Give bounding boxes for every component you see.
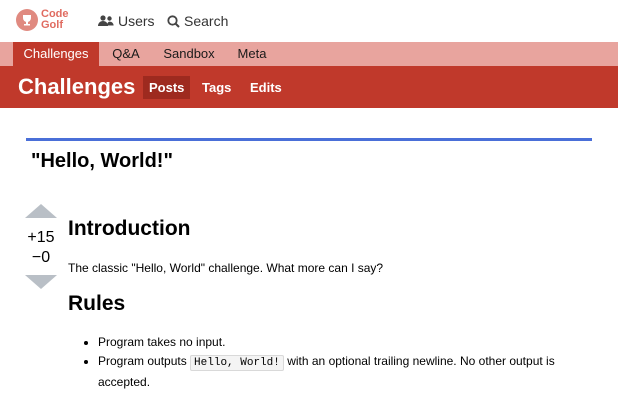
search-icon [167, 14, 180, 28]
rules-list: Program takes no input. Program outputs … [86, 333, 608, 392]
post-title: "Hello, World!" [31, 150, 173, 172]
upvote-arrow-icon[interactable] [25, 204, 57, 218]
subnav-item-meta[interactable]: Meta [231, 42, 273, 66]
rules-heading: Rules [68, 292, 126, 315]
users-link[interactable]: Users [98, 13, 155, 29]
subnav-item-challenges[interactable]: Challenges [13, 42, 99, 66]
logo-text: Code Golf [41, 9, 69, 31]
users-label: Users [118, 13, 155, 29]
search-link[interactable]: Search [167, 13, 228, 29]
search-label: Search [184, 13, 229, 29]
trophy-icon [16, 9, 38, 31]
top-bar: Code Golf Users Search [0, 0, 618, 43]
subnav-item-qa[interactable]: Q&A [104, 42, 148, 66]
community-nav: Challenges Q&A Sandbox Meta [0, 42, 618, 66]
site-logo[interactable]: Code Golf [16, 9, 69, 31]
rule-text-before: Program outputs [98, 354, 191, 368]
inline-code: Hello, World! [190, 355, 284, 371]
introduction-text: The classic "Hello, World" challenge. Wh… [68, 261, 384, 275]
tab-edits[interactable]: Edits [244, 76, 288, 99]
logo-line-2: Golf [41, 19, 63, 31]
tab-posts[interactable]: Posts [143, 76, 191, 99]
subnav-item-sandbox[interactable]: Sandbox [158, 42, 220, 66]
post-divider [26, 138, 592, 141]
category-title[interactable]: Challenges [18, 74, 135, 100]
rule-text: Program takes no input. [98, 335, 226, 349]
introduction-heading: Introduction [68, 217, 191, 240]
rule-item: Program outputs Hello, World! with an op… [98, 352, 608, 392]
downvote-arrow-icon[interactable] [25, 275, 57, 289]
category-header: Challenges Posts Tags Edits [0, 66, 618, 108]
tab-tags[interactable]: Tags [196, 76, 237, 99]
downvote-count: −0 [31, 249, 51, 266]
upvote-count: +15 [27, 229, 55, 246]
rule-item: Program takes no input. [98, 333, 608, 352]
users-icon [98, 15, 114, 26]
